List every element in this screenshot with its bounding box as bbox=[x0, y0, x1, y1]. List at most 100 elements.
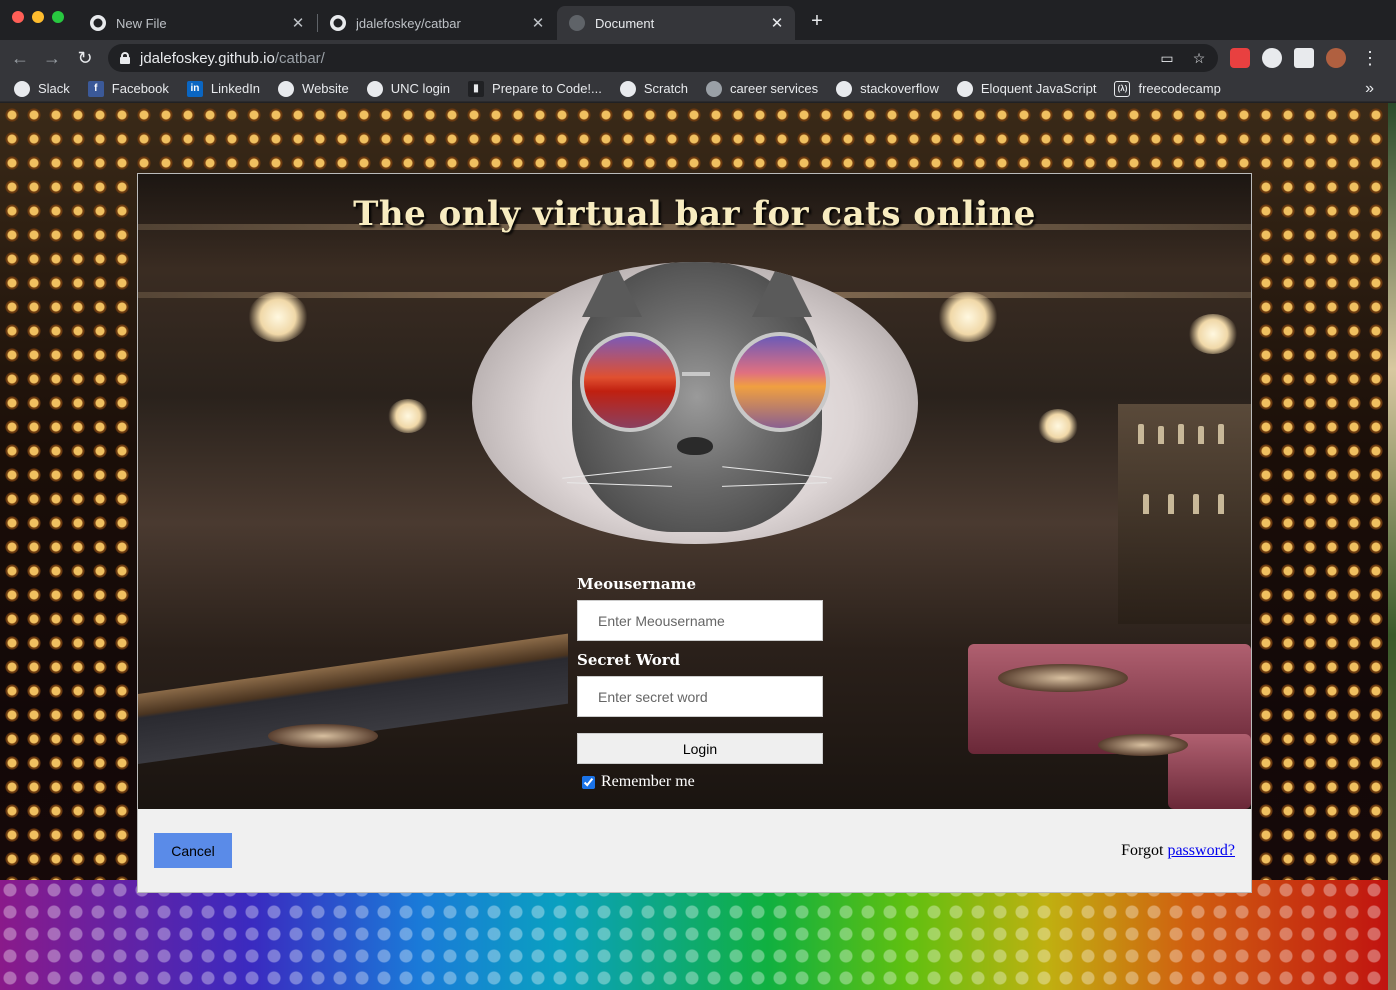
close-window-button[interactable] bbox=[12, 11, 24, 23]
facebook-icon: f bbox=[87, 80, 104, 97]
linkedin-icon: in bbox=[186, 80, 203, 97]
globe-icon bbox=[836, 80, 853, 97]
sunglasses-lens bbox=[580, 332, 680, 432]
tab-document[interactable]: Document ✕ bbox=[557, 6, 795, 40]
bookmark-slack[interactable]: Slack bbox=[14, 80, 70, 97]
globe-icon bbox=[278, 80, 295, 97]
password-input[interactable] bbox=[577, 676, 823, 717]
bookmarks-overflow-icon[interactable]: » bbox=[1365, 80, 1374, 98]
bottle bbox=[1218, 494, 1224, 514]
bottle bbox=[1158, 426, 1164, 444]
disco-lights-background bbox=[0, 880, 1396, 990]
ceiling-lamp bbox=[388, 399, 428, 433]
menu-kebab-icon[interactable]: ⋮ bbox=[1358, 46, 1382, 70]
address-bar[interactable]: jdalefoskey.github.io/catbar/ ▭ ☆ bbox=[108, 44, 1218, 72]
ceiling-lamp bbox=[248, 292, 308, 342]
profile-avatar[interactable] bbox=[1326, 48, 1346, 68]
url-host: jdalefoskey.github.io bbox=[140, 49, 275, 67]
remember-me-row[interactable]: Remember me bbox=[577, 773, 823, 791]
globe-icon bbox=[569, 15, 585, 31]
bookmark-label: LinkedIn bbox=[210, 81, 261, 96]
tab-title: Document bbox=[595, 15, 655, 31]
bookmark-career-services[interactable]: career services bbox=[705, 80, 818, 97]
bookmark-freecodecamp[interactable]: (λ) freecodecamp bbox=[1114, 80, 1221, 97]
globe-icon bbox=[366, 80, 383, 97]
github-icon bbox=[90, 15, 106, 31]
minimize-window-button[interactable] bbox=[32, 11, 44, 23]
login-button[interactable]: Login bbox=[577, 733, 823, 764]
bar-table bbox=[998, 664, 1128, 692]
bookmark-label: Scratch bbox=[643, 81, 688, 96]
login-modal: The only virtual bar for cats online Meo… bbox=[137, 173, 1252, 893]
sunglasses-lens bbox=[730, 332, 830, 432]
remember-me-checkbox[interactable] bbox=[582, 775, 595, 789]
remember-me-label: Remember me bbox=[601, 773, 695, 790]
reload-icon[interactable]: ↻ bbox=[73, 46, 97, 70]
bookmark-facebook[interactable]: f Facebook bbox=[87, 80, 169, 97]
back-arrow-icon[interactable]: ← bbox=[8, 46, 32, 70]
freecodecamp-icon: (λ) bbox=[1114, 80, 1131, 97]
bookmark-prepare-to-code[interactable]: ▮ Prepare to Code!... bbox=[468, 80, 602, 97]
bookmark-scratch[interactable]: Scratch bbox=[619, 80, 688, 97]
forgot-label: Forgot bbox=[1121, 842, 1164, 859]
extensions-puzzle-icon[interactable] bbox=[1294, 48, 1314, 68]
cat-ear bbox=[582, 262, 642, 317]
bookmark-eloquent-javascript[interactable]: Eloquent JavaScript bbox=[956, 80, 1096, 97]
bookmarks-bar: Slack f Facebook in LinkedIn Website UNC l… bbox=[0, 76, 1396, 102]
bookmark-label: freecodecamp bbox=[1138, 81, 1221, 96]
tab-close-icon[interactable]: ✕ bbox=[528, 14, 548, 32]
sunglasses-bridge bbox=[682, 372, 710, 376]
bar-table bbox=[268, 724, 378, 748]
browser-toolbar: ← → ↻ jdalefoskey.github.io/catbar/ ▭ ☆ … bbox=[0, 40, 1396, 76]
bottle bbox=[1218, 424, 1224, 444]
bottle bbox=[1143, 494, 1149, 514]
forgot-password-link[interactable]: password? bbox=[1167, 842, 1235, 859]
forward-arrow-icon[interactable]: → bbox=[40, 46, 64, 70]
tab-close-icon[interactable]: ✕ bbox=[288, 14, 308, 32]
password-label: Secret Word bbox=[577, 651, 681, 669]
ceiling-lamp bbox=[1038, 409, 1078, 443]
bottle bbox=[1198, 426, 1204, 444]
extension-circle-icon[interactable] bbox=[1262, 48, 1282, 68]
bookmark-website[interactable]: Website bbox=[278, 80, 349, 97]
url-path: /catbar/ bbox=[274, 49, 325, 67]
bookmark-label: Slack bbox=[38, 81, 70, 96]
modal-footer: Cancel Forgot password? bbox=[138, 809, 1251, 892]
lock-icon bbox=[120, 52, 130, 64]
bookmark-stackoverflow[interactable]: stackoverflow bbox=[836, 80, 939, 97]
bottle bbox=[1193, 494, 1199, 514]
book-icon: ▮ bbox=[468, 80, 485, 97]
cast-icon[interactable]: ▭ bbox=[1158, 49, 1176, 67]
bottle bbox=[1138, 424, 1144, 444]
bottle bbox=[1178, 424, 1184, 444]
globe-icon bbox=[619, 80, 636, 97]
ceiling-lamp bbox=[1188, 314, 1238, 354]
bookmark-label: UNC login bbox=[390, 81, 451, 96]
page-viewport: The only virtual bar for cats online Meo… bbox=[0, 103, 1396, 990]
career-services-icon bbox=[705, 80, 722, 97]
cat-avatar-image bbox=[472, 262, 918, 544]
tab-title: jdalefoskey/catbar bbox=[356, 15, 461, 31]
globe-icon bbox=[14, 80, 30, 97]
bookmark-linkedin[interactable]: in LinkedIn bbox=[186, 80, 261, 97]
new-tab-icon[interactable]: + bbox=[806, 10, 828, 32]
bar-background-image: The only virtual bar for cats online Meo… bbox=[138, 174, 1251, 809]
page-title: The only virtual bar for cats online bbox=[353, 194, 1036, 234]
username-input[interactable] bbox=[577, 600, 823, 641]
bookmark-label: Website bbox=[302, 81, 349, 96]
cat-nose bbox=[677, 437, 713, 455]
github-icon bbox=[330, 15, 346, 31]
bookmark-label: Facebook bbox=[111, 81, 169, 96]
bookmark-unc-login[interactable]: UNC login bbox=[366, 80, 451, 97]
maximize-window-button[interactable] bbox=[52, 11, 64, 23]
bottle bbox=[1168, 494, 1174, 514]
tab-close-icon[interactable]: ✕ bbox=[767, 14, 787, 32]
bookmark-star-icon[interactable]: ☆ bbox=[1190, 49, 1208, 67]
cat-ear bbox=[752, 262, 812, 317]
tab-catbar-repo[interactable]: jdalefoskey/catbar ✕ bbox=[318, 6, 556, 40]
tab-title: New File bbox=[116, 15, 167, 31]
login-form: Meousername Secret Word Login Remember m… bbox=[577, 574, 823, 791]
tab-new-file[interactable]: New File ✕ bbox=[78, 6, 316, 40]
extension-record-icon[interactable] bbox=[1230, 48, 1250, 68]
cancel-button[interactable]: Cancel bbox=[154, 833, 232, 868]
